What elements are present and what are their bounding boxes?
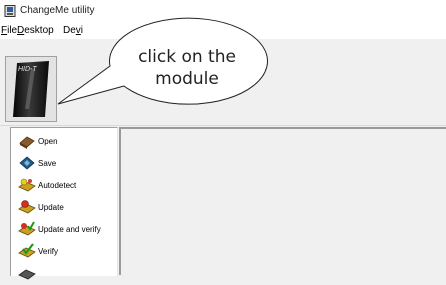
open-icon bbox=[19, 136, 35, 149]
sidebar-item-verify[interactable]: Verify bbox=[11, 241, 117, 263]
menu-devices-pre: De bbox=[63, 25, 76, 36]
sidebar-item-partial[interactable] bbox=[11, 263, 117, 285]
window-title: ChangeMe utility bbox=[20, 5, 95, 16]
menu-desktop[interactable]: Desktop bbox=[17, 25, 54, 36]
menu-devices-rest: i bbox=[80, 25, 84, 36]
sidebar: Open Save Autodetect Update Update and v… bbox=[10, 127, 118, 280]
menu-file-rest: ile bbox=[7, 25, 18, 36]
sidebar-item-label: Open bbox=[38, 137, 58, 146]
save-icon bbox=[19, 156, 35, 170]
update-icon bbox=[18, 200, 36, 214]
update-verify-icon bbox=[18, 221, 36, 236]
sidebar-item-save[interactable]: Save bbox=[11, 153, 117, 175]
sidebar-item-label: Verify bbox=[38, 247, 59, 256]
sidebar-item-open[interactable]: Open bbox=[11, 131, 117, 153]
partial-icon bbox=[18, 269, 36, 280]
module-button[interactable]: HID-T bbox=[5, 56, 57, 122]
sidebar-item-label: Update bbox=[38, 203, 64, 212]
title-bar: ChangeMe utility bbox=[0, 0, 446, 22]
workspace-panel[interactable] bbox=[119, 127, 446, 275]
verify-icon bbox=[18, 243, 36, 258]
callout-line-1: click on the bbox=[138, 47, 236, 67]
sidebar-item-autodetect[interactable]: Autodetect bbox=[11, 175, 117, 197]
sidebar-item-label: Save bbox=[38, 159, 57, 168]
sidebar-item-label: Autodetect bbox=[38, 181, 77, 190]
module-icon: HID-T bbox=[13, 61, 49, 117]
callout-line-2: module bbox=[155, 69, 219, 89]
menu-bar: File Desktop Devi bbox=[0, 22, 446, 39]
callout-text: click on the module bbox=[128, 46, 246, 90]
app-icon bbox=[4, 5, 16, 17]
menu-desktop-rest: esktop bbox=[24, 25, 54, 36]
sidebar-item-update[interactable]: Update bbox=[11, 197, 117, 219]
sidebar-item-update-and-verify[interactable]: Update and verify bbox=[11, 219, 117, 241]
menu-file[interactable]: File bbox=[1, 25, 17, 36]
autodetect-icon bbox=[18, 178, 36, 192]
module-label: HID-T bbox=[18, 66, 37, 73]
sidebar-item-label: Update and verify bbox=[38, 225, 101, 234]
menu-devices[interactable]: Devi bbox=[63, 25, 83, 36]
